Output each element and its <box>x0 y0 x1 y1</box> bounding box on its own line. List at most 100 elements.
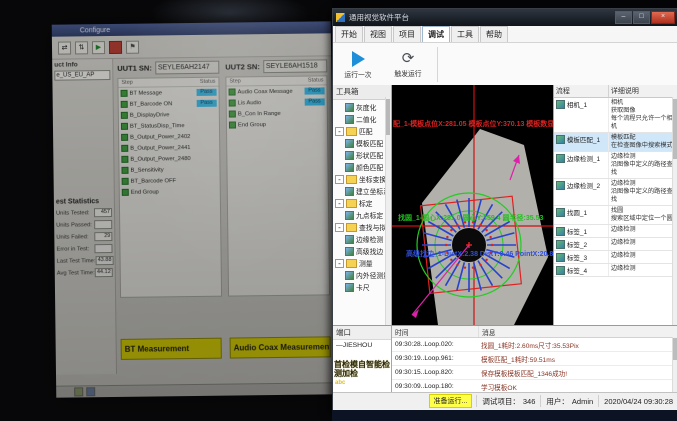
uut1-serial-field[interactable]: SEYLE6AH2147 <box>154 60 220 75</box>
process-row-edge-detect-2[interactable]: 边缘检测_2 边缘检测 沿图像中定义的路径查找 <box>553 179 677 206</box>
toolbox-item-grayscale[interactable]: 灰度化 <box>333 101 391 113</box>
left-sidebar: uct Info e_US_EU_AP est Statistics Units… <box>52 58 118 375</box>
status-badge: Pass <box>196 99 217 107</box>
left-monitor-photo: Configure ⇄ ⇅ ▶ ⚑ uct Info e_US_EU_AP es… <box>0 0 332 421</box>
stop-icon[interactable] <box>108 40 123 54</box>
collapse-icon[interactable] <box>335 174 344 184</box>
collapse-icon[interactable] <box>335 258 344 268</box>
run-once-button[interactable]: 运行一次 <box>333 43 383 86</box>
tool-icon <box>555 266 565 275</box>
step-row[interactable]: End Group <box>227 118 327 130</box>
step-icon <box>121 155 129 163</box>
product-selector[interactable]: e_US_EU_AP <box>54 70 111 81</box>
tab-view[interactable]: 视图 <box>364 26 392 42</box>
toolbox-item-template-match[interactable]: 模板匹配 <box>333 137 391 149</box>
toolbox-item-binarize[interactable]: 二值化 <box>333 113 391 125</box>
flag-icon[interactable]: ⚑ <box>125 40 140 54</box>
taskbar-icon[interactable] <box>86 387 96 397</box>
step-icon <box>228 121 237 129</box>
process-row-camera-1[interactable]: 相机_1 相机 获取图像 每个流程只允许一个相机 <box>553 98 677 133</box>
configure-menu[interactable]: Configure <box>80 27 110 34</box>
log-scrollbar[interactable] <box>672 337 677 392</box>
process-scrollbar[interactable] <box>672 97 677 325</box>
process-row-find-circle-1[interactable]: 找圆_1 找圆 搜索区域中定位一个圆 <box>553 206 677 225</box>
toolbox-folder-find-fit[interactable]: 查找与拟合 <box>333 221 391 233</box>
datetime-status: 2020/04/24 09:30:28 <box>598 395 677 407</box>
taskbar-icon[interactable] <box>74 387 84 397</box>
tool-icon <box>555 135 565 144</box>
tool-icon <box>345 234 354 244</box>
collapse-icon[interactable] <box>335 126 344 136</box>
toolbox-item-shape-match[interactable]: 形状匹配 <box>333 149 391 161</box>
step-column: Step <box>229 78 241 85</box>
tool-icon <box>555 208 565 217</box>
tool-icon <box>555 100 565 109</box>
process-row-label-1[interactable]: 标签_1 边缘检测 <box>553 225 677 238</box>
uut2-header: UUT2 SN: SEYLE6AH1518 <box>225 59 328 74</box>
tool-icon <box>555 181 565 190</box>
ribbon-toolbar: 运行一次 ⟳ 触发运行 <box>333 43 677 87</box>
status-column: Status <box>199 78 216 85</box>
collapse-icon[interactable] <box>335 222 344 232</box>
titlebar[interactable]: 通用视觉软件平台 – □ × <box>333 9 677 26</box>
log-panel: 时间 消息 09:30:28..Loop.020: 找圆_1耗时:2.60ms尺… <box>392 326 677 394</box>
toolbox-item-diameter[interactable]: 内外径测量 <box>333 269 391 281</box>
tab-debug[interactable]: 调试 <box>422 26 450 42</box>
toolbox-item-advanced-edge[interactable]: 高级找边 <box>333 245 391 257</box>
toolbox-folder-coord-transform[interactable]: 坐标变换 <box>333 173 391 185</box>
minimize-button[interactable]: – <box>615 11 632 24</box>
step-icon <box>121 133 129 141</box>
port-title: 端口 <box>333 326 391 340</box>
log-row: 09:30:15..Loop.820: 保存模板模板匹配_1346成功! <box>392 366 677 380</box>
step-icon <box>121 144 129 152</box>
tab-tools[interactable]: 工具 <box>451 26 479 42</box>
left-toolbar: ⇄ ⇅ ▶ ⚑ <box>51 33 332 60</box>
tool-icon <box>345 102 354 112</box>
toolbox-item-color-match[interactable]: 颜色匹配 <box>333 161 391 173</box>
toolbox-scrollbar[interactable] <box>385 97 391 325</box>
uut1-step-list: Step Status BT Message Pass BT_Barcode ON… <box>117 76 223 298</box>
run-icon[interactable]: ▶ <box>91 40 106 54</box>
toolbar-icon[interactable]: ⇄ <box>57 40 72 55</box>
step-icon <box>121 188 129 196</box>
photo-watermark-sub: abc <box>335 380 346 386</box>
tool-icon <box>345 270 354 280</box>
process-row-label-4[interactable]: 标签_4 边缘检测 <box>553 264 677 277</box>
bt-measurement-bar: BT Measurement <box>120 337 222 360</box>
toolbox-item-edge-detect[interactable]: 边缘检测 <box>333 233 391 245</box>
toolbox-item-create-coord[interactable]: 建立坐标系 <box>333 185 391 197</box>
stat-value <box>94 219 113 230</box>
image-viewport[interactable]: 配_1-模板点位X:281.05 模板点位Y:370.13 模板数显 找圆_1-… <box>392 85 553 325</box>
port-item-jieshou[interactable]: —JIESHOU <box>333 340 391 351</box>
circle-result-overlay: 找圆_1-圆心X:281.0 圆心Y:359.4 圆半径:35.53 <box>398 215 544 222</box>
process-row-label-3[interactable]: 标签_3 边缘检测 <box>553 251 677 264</box>
tool-icon <box>345 162 354 172</box>
collapse-icon[interactable] <box>335 198 344 208</box>
toolbox-item-caliper[interactable]: 卡尺 <box>333 281 391 293</box>
step-row[interactable]: End Group <box>120 186 220 198</box>
vision-app-window: 通用视觉软件平台 – □ × 开始 视图 项目 调试 工具 帮助 运行一次 ⟳ … <box>332 8 677 412</box>
tab-project[interactable]: 项目 <box>393 26 421 42</box>
stat-row: Error in Test: <box>56 243 113 254</box>
toolbox-folder-measure[interactable]: 测量 <box>333 257 391 269</box>
toolbox-folder-match[interactable]: 匹配 <box>333 125 391 137</box>
ready-status: 准备运行... <box>428 394 473 408</box>
status-badge: Pass <box>304 98 325 106</box>
tab-help[interactable]: 帮助 <box>480 26 508 42</box>
tab-start[interactable]: 开始 <box>335 26 363 42</box>
uut2-serial-field[interactable]: SEYLE6AH1518 <box>262 59 328 74</box>
trigger-run-button[interactable]: ⟳ 触发运行 <box>383 43 433 86</box>
process-row-template-match-1[interactable]: 模板匹配_1 模板匹配 在检查图像中搜索模式 <box>553 133 677 152</box>
tool-icon <box>555 253 565 262</box>
toolbox-folder-calibration[interactable]: 标定 <box>333 197 391 209</box>
process-row-label-2[interactable]: 标签_2 边缘检测 <box>553 238 677 251</box>
close-button[interactable]: × <box>651 11 675 24</box>
tool-icon <box>345 186 354 196</box>
tool-icon <box>345 138 354 148</box>
user-name: Admin <box>571 396 594 406</box>
toolbar-icon[interactable]: ⇅ <box>74 40 89 54</box>
toolbox-item-nine-point[interactable]: 九点标定 <box>333 209 391 221</box>
maximize-button[interactable]: □ <box>633 11 650 24</box>
process-row-edge-detect-1[interactable]: 边缘检测_1 边缘检测 沿图像中定义的路径查找 <box>553 152 677 179</box>
folder-icon <box>346 126 357 136</box>
